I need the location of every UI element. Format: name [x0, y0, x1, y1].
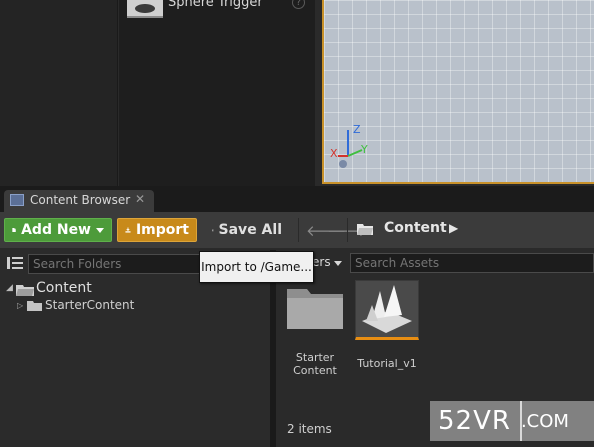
- folder-icon: [27, 301, 42, 311]
- filters-button[interactable]: ers: [312, 255, 331, 269]
- import-label: Import: [135, 222, 189, 238]
- collapse-arrow-icon[interactable]: ▷: [17, 301, 23, 310]
- sphere-trigger-thumbnail[interactable]: [127, 0, 163, 18]
- world-icon: [339, 160, 347, 168]
- asset-label: Tutorial_v1: [357, 357, 417, 370]
- items-count: 2 items: [287, 422, 332, 436]
- asset-label: Starter Content: [293, 351, 337, 377]
- toggle-sources-icon[interactable]: [7, 256, 23, 270]
- axis-x-label: X: [330, 147, 338, 160]
- tree-item-startercontent[interactable]: StarterContent: [45, 298, 134, 312]
- axis-y-line: [347, 149, 363, 157]
- add-new-label: Add New: [21, 222, 91, 238]
- tab-label: Content Browser: [30, 193, 131, 207]
- import-icon: [125, 227, 131, 233]
- place-actors-list: [119, 0, 315, 186]
- chevron-down-icon[interactable]: [334, 261, 342, 266]
- folder-icon: [287, 289, 343, 329]
- breadcrumb-content[interactable]: Content: [384, 220, 447, 236]
- left-panel: [0, 0, 118, 186]
- axis-z-label: Z: [353, 123, 361, 136]
- folder-icon: [357, 224, 373, 235]
- divider: [298, 218, 299, 242]
- new-file-icon: [12, 227, 16, 233]
- save-icon: [212, 229, 214, 231]
- watermark-divider: [430, 401, 522, 441]
- divider: [347, 218, 348, 242]
- import-button[interactable]: Import: [117, 218, 197, 242]
- breadcrumb-arrow-icon[interactable]: ▶: [449, 221, 458, 235]
- import-tooltip: Import to /Game...: [199, 251, 314, 283]
- close-icon[interactable]: ✕: [135, 192, 145, 206]
- tree-item-content[interactable]: Content: [36, 280, 92, 296]
- search-assets-input[interactable]: [350, 253, 594, 273]
- level-preview-icon: [362, 285, 412, 333]
- watermark-suffix: .COM: [520, 410, 569, 432]
- save-all-label: Save All: [218, 222, 282, 238]
- map-thumbnail-icon: [355, 280, 419, 340]
- folder-open-icon: [16, 285, 34, 296]
- content-browser-icon: [10, 194, 24, 206]
- axis-gizmo: Z Y X: [330, 123, 368, 168]
- add-new-button[interactable]: Add New: [4, 218, 112, 242]
- save-all-button[interactable]: Save All: [205, 218, 289, 242]
- sphere-trigger-label: Sphere Trigger: [168, 0, 263, 10]
- chevron-down-icon: [96, 227, 104, 233]
- expand-arrow-icon[interactable]: ◢: [6, 283, 13, 293]
- axis-y-label: Y: [360, 143, 368, 156]
